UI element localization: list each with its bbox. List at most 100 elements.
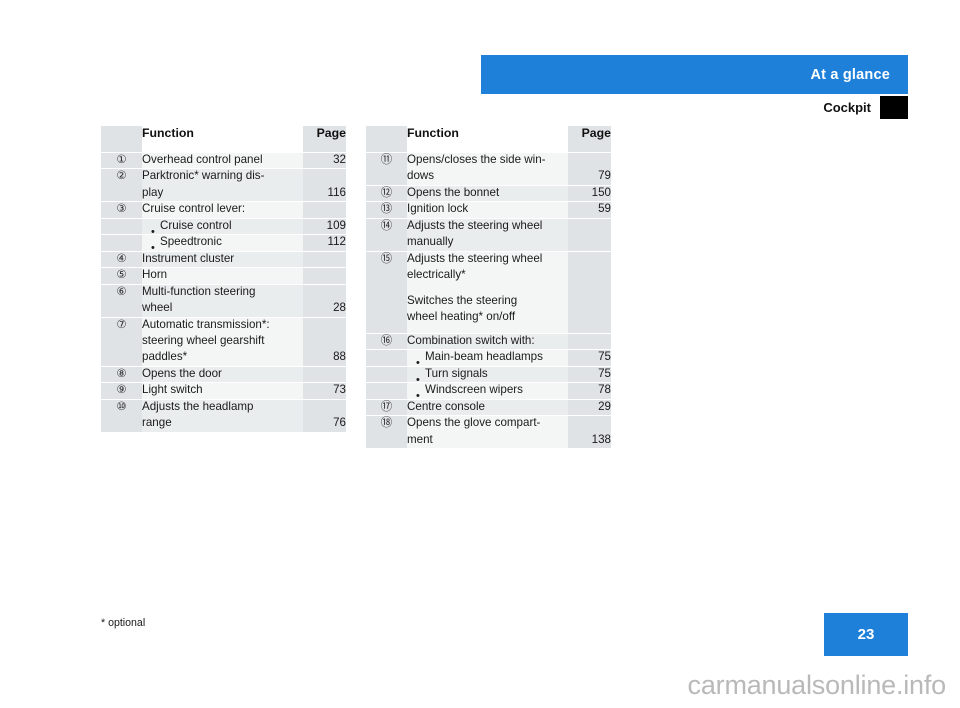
function-line: Opens/closes the side win- [407,153,546,166]
row-marker: ⑦ [101,316,142,366]
site-watermark: carmanualsonline.info [687,670,947,700]
page-value: 28 [333,301,346,315]
page-spacer [303,251,346,267]
row-function-text: Multi-function steering wheel [142,283,303,317]
function-line: wheel [142,301,173,315]
function-line: Horn [142,268,168,282]
page-value: 73 [333,383,346,397]
table-row: ⑮ Adjusts the steering wheel electrically*… [366,250,611,333]
page-spacer [568,300,611,316]
function-line: Overhead control panel [142,153,263,166]
page-spacer [303,317,346,333]
legend-table-right: Function Page ⑪ Opens/closes the side win… [366,126,611,449]
table-row: ⑪ Opens/closes the side win-dows 79 [366,152,611,185]
row-marker: ⑧ [101,365,142,383]
function-line: Combination switch with: [407,333,535,347]
page-spacer [568,333,611,349]
function-line: Adjusts the steering wheel [407,251,543,265]
function-line: Cruise control [160,218,232,232]
row-marker: ⑨ [101,382,142,399]
row-page-number: 28 [303,283,346,317]
row-marker: ⑮ [366,250,407,333]
row-function-text: Centre console [407,398,568,416]
row-marker: ⑱ [366,415,407,449]
function-line: dows [407,169,435,183]
page-spacer [568,415,611,431]
function-line: Windscreen wipers [425,383,523,397]
row-page-number: 75 [568,365,611,383]
function-line: Instrument cluster [142,251,235,265]
row-function-text: Ignition lock [407,201,568,218]
table-row: ⑰ Centre console 29 [366,398,611,416]
page-spacer [568,251,611,267]
row-page-number [303,267,346,284]
page-spacer [568,152,611,168]
page-value: 138 [591,432,611,446]
function-line: Automatic transmission*: [142,317,270,331]
row-marker: ⑰ [366,398,407,416]
row-function-text: Instrument cluster [142,250,303,268]
row-page-number: 29 [568,398,611,416]
circled-number-icon: ⑬ [380,201,393,216]
header-cell-marker [101,126,142,152]
row-marker: ⑪ [366,152,407,185]
page-value: 32 [333,153,346,166]
page-spacer [303,201,346,217]
page-spacer [568,234,611,250]
page-spacer [303,366,346,382]
circled-number-icon: ⑫ [380,184,393,199]
row-function-text: Automatic transmission*: steering wheel g… [142,316,303,366]
circled-number-icon: ⑪ [380,152,393,166]
row-marker: ④ [101,250,142,268]
circled-number-icon: ⑭ [380,217,393,232]
row-function-text: Light switch [142,382,303,399]
section-header: Cockpit [481,94,908,120]
function-line: Speedtronic [160,235,222,249]
function-line: Adjusts the headlamp [142,399,254,413]
function-line: Parktronic* warning dis- [142,169,265,183]
circled-number-icon: ⑧ [116,365,127,380]
row-page-number: 116 [303,168,346,202]
table-row: ③ Cruise control lever: [101,201,346,218]
text-gap [407,284,568,293]
row-page-number: 79 [568,152,611,185]
function-line: Switches the steering [407,293,518,307]
table-row: ② Parktronic* warning dis-play 116 [101,168,346,202]
header-cell-function: Function [142,126,303,152]
table-row: Speedtronic 112 [101,234,346,258]
row-page-number [303,365,346,383]
row-page-number: 59 [568,201,611,218]
row-page-number [303,250,346,268]
row-marker: ⑩ [101,398,142,432]
table-row: ⑯ Combination switch with: [366,332,611,350]
circled-number-icon: ③ [116,201,127,216]
circled-number-icon: ⑤ [116,267,127,282]
row-marker: ① [101,152,142,169]
row-function-text: Opens/closes the side win-dows [407,152,568,185]
table-row: Windscreen wipers 78 [366,382,611,406]
page-value: 78 [598,383,611,397]
page-value: 75 [598,350,611,364]
table-row: ① Overhead control panel 32 [101,152,346,169]
row-function-text: Parktronic* warning dis-play [142,168,303,202]
header-cell-page: Page [303,126,346,152]
section-tab-marker [880,95,908,119]
row-function-text: Adjusts the steering wheel electrically* S… [407,250,568,333]
function-line: Centre console [407,399,485,413]
row-page-number: 138 [568,415,611,449]
function-line: play [142,185,164,199]
legend-rows-left: ① Overhead control panel 32 ② Parktronic* wa… [101,152,346,432]
circled-number-icon: ⑰ [380,398,393,413]
row-marker: ② [101,168,142,202]
function-line: Opens the door [142,366,222,380]
table-row: Main-beam headlamps 75 [366,349,611,373]
function-line: manually [407,235,454,249]
row-marker: ⑫ [366,184,407,202]
circled-number-icon: ⑩ [116,398,127,413]
row-page-number: 76 [303,398,346,432]
circled-number-icon: ⑥ [116,283,127,298]
row-function-text: Opens the bonnet [407,184,568,202]
function-line: Cruise control lever: [142,202,246,216]
page-value: 109 [326,218,346,232]
row-page-number: 78 [568,382,611,399]
